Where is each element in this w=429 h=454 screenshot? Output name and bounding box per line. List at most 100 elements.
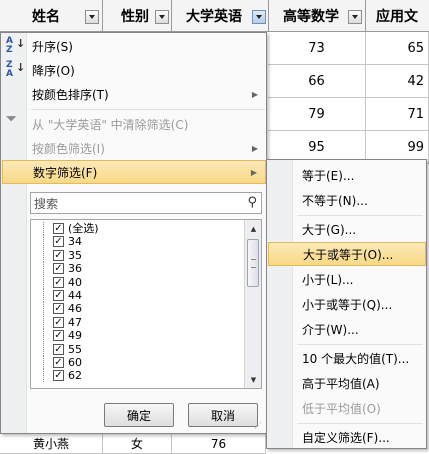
menu-item-clear-filter[interactable]: ⏷ 从 "大学英语" 中清除筛选(C) (2, 112, 266, 136)
scroll-thumb[interactable] (247, 239, 259, 287)
filter-button-english[interactable] (252, 10, 266, 24)
checkbox-checked-icon[interactable]: ✓ (53, 357, 64, 368)
tree-line (43, 329, 44, 343)
header-english-label: 大学英语 (186, 9, 242, 25)
checklist-item[interactable]: ✓ 49 (31, 329, 241, 343)
checklist-item-label: 47 (68, 315, 82, 329)
ok-button[interactable]: 确定 (104, 403, 174, 427)
checklist-item-label: 49 (68, 329, 82, 343)
value-checklist: ✓ 62 ✓ 60 ✓ 55 ✓ 49 ✓ 47 ✓ 46 ✓ 44 ✓ 40 ✓ 36 ✓ 35 ✓ 34 ✓ (全选) ▲… (30, 219, 262, 389)
menu-separator (31, 109, 265, 110)
tree-line (43, 248, 44, 262)
checklist-item-label: 34 (68, 235, 82, 249)
filter-button-name[interactable] (85, 10, 99, 24)
dropdown-arrow-icon (352, 15, 358, 19)
header-english[interactable]: 大学英语 (172, 0, 269, 32)
cell-english[interactable]: 76 (172, 434, 266, 454)
menu-item-sort-asc[interactable]: A Z ↓ 升序(S) (2, 34, 266, 58)
submenu-item-custom[interactable]: 自定义筛选(F)... (268, 425, 426, 449)
tree-line (43, 302, 44, 316)
submenu-arrow-icon: ▶ (251, 89, 258, 99)
cell-gender[interactable]: 女 (103, 434, 172, 454)
scroll-up-icon[interactable]: ▲ (246, 221, 261, 236)
checklist-item-label: 44 (68, 289, 82, 302)
checklist-item[interactable]: ✓ 35 (31, 248, 241, 262)
menu-item-number-filter[interactable]: 数字筛选(F) ▶ (2, 160, 266, 184)
checklist-item-label: 62 (68, 369, 82, 383)
checklist-item[interactable]: ✓ 62 (31, 369, 241, 383)
checkbox-checked-icon[interactable]: ✓ (53, 249, 64, 261)
vertical-scrollbar[interactable]: ▲ ▼ (244, 220, 261, 388)
tree-line (43, 315, 44, 329)
menu-item-label: 降序(O) (32, 63, 75, 78)
autofilter-dropdown: A Z ↓ 升序(S) Z A ↓ 降序(O) 按颜色排序(T) ▶ ⏷ 从 "大学英语… (0, 32, 267, 434)
checklist-item-label: 55 (68, 342, 82, 356)
checkbox-checked-icon[interactable]: ✓ (53, 343, 64, 355)
cell-math[interactable]: 73 (268, 32, 366, 65)
checklist-item[interactable]: ✓ 34 (31, 235, 241, 249)
submenu-item-greater-equal[interactable]: 大于或等于(O)... (268, 242, 426, 266)
submenu-item-not-equals[interactable]: 不等于(N)... (268, 188, 426, 212)
menu-item-label: 升序(S) (32, 39, 73, 54)
checkbox-checked-icon[interactable]: ✓ (53, 290, 64, 301)
cell-math[interactable]: 66 (268, 65, 366, 98)
checkbox-checked-icon[interactable]: ✓ (53, 276, 64, 288)
menu-item-sort-by-color[interactable]: 按颜色排序(T) ▶ (2, 82, 266, 106)
header-gender-label: 性别 (121, 9, 149, 25)
checklist-item[interactable]: ✓ 44 (31, 289, 241, 302)
checklist-item[interactable]: ✓ 47 (31, 315, 241, 329)
filter-button-math[interactable] (348, 10, 362, 24)
submenu-item-equals[interactable]: 等于(E)... (268, 163, 426, 187)
checklist-item[interactable]: ✓ 55 (31, 342, 241, 356)
scroll-down-icon[interactable]: ▼ (246, 372, 261, 387)
header-name[interactable]: 姓名 (0, 0, 103, 32)
header-gender[interactable]: 性别 (103, 0, 172, 32)
resize-grip-icon[interactable]: ⋰ (254, 421, 264, 431)
menu-separator (297, 423, 423, 424)
dropdown-arrow-icon (256, 15, 262, 19)
tree-line (43, 289, 44, 302)
cell-name[interactable]: 黄小燕 (0, 434, 103, 454)
menu-item-filter-by-color[interactable]: 按颜色筛选(I) ▶ (2, 136, 266, 160)
checklist-item[interactable]: ✓ 46 (31, 302, 241, 316)
checkbox-checked-icon[interactable]: ✓ (53, 330, 64, 342)
submenu-item-top10[interactable]: 10 个最大的值(T)... (268, 346, 426, 370)
menu-separator (297, 215, 423, 216)
cancel-button[interactable]: 取消 (188, 403, 258, 427)
search-icon[interactable]: ⚲ (247, 195, 257, 210)
cell-math[interactable]: 79 (268, 98, 366, 131)
menu-item-sort-desc[interactable]: Z A ↓ 降序(O) (2, 58, 266, 82)
menu-item-label: 按颜色筛选(I) (32, 141, 105, 156)
submenu-item-above-average[interactable]: 高于平均值(A) (268, 371, 426, 395)
checklist-item[interactable]: ✓ (全选) (31, 222, 241, 235)
cell-writing[interactable]: 42 (366, 65, 429, 98)
menu-item-label: 按颜色排序(T) (32, 87, 109, 102)
checklist-item[interactable]: ✓ 40 (31, 275, 241, 289)
cell-writing[interactable]: 71 (366, 98, 429, 131)
checkbox-checked-icon[interactable]: ✓ (53, 263, 64, 275)
tree-line (43, 342, 44, 356)
submenu-item-less-equal[interactable]: 小于或等于(Q)... (268, 292, 426, 316)
checkbox-checked-icon[interactable]: ✓ (53, 236, 64, 248)
cell-writing[interactable]: 65 (366, 32, 429, 65)
checkbox-checked-icon[interactable]: ✓ (53, 370, 64, 382)
header-writing[interactable]: 应用文 (366, 0, 429, 32)
submenu-item-greater[interactable]: 大于(G)... (268, 217, 426, 241)
submenu-item-between[interactable]: 介于(W)... (268, 317, 426, 341)
filter-button-gender[interactable] (155, 10, 169, 24)
header-math-label: 高等数学 (283, 9, 339, 25)
checklist-item[interactable]: ✓ 60 (31, 356, 241, 369)
checkbox-checked-icon[interactable]: ✓ (53, 316, 64, 328)
checkbox-checked-icon[interactable]: ✓ (53, 223, 64, 234)
dropdown-arrow-icon (159, 15, 165, 19)
checklist-item-label: 60 (68, 356, 82, 369)
search-box[interactable]: 搜索 ⚲ (30, 192, 262, 214)
submenu-item-below-average[interactable]: 低于平均值(O) (268, 396, 426, 420)
checklist-item[interactable]: ✓ 36 (31, 262, 241, 276)
checkbox-checked-icon[interactable]: ✓ (53, 303, 64, 315)
tree-line (43, 222, 44, 235)
header-math[interactable]: 高等数学 (269, 0, 366, 32)
menu-item-label: 从 "大学英语" 中清除筛选(C) (32, 117, 189, 132)
az-down-icon: A Z ↓ (6, 36, 26, 55)
submenu-item-less[interactable]: 小于(L)... (268, 267, 426, 291)
